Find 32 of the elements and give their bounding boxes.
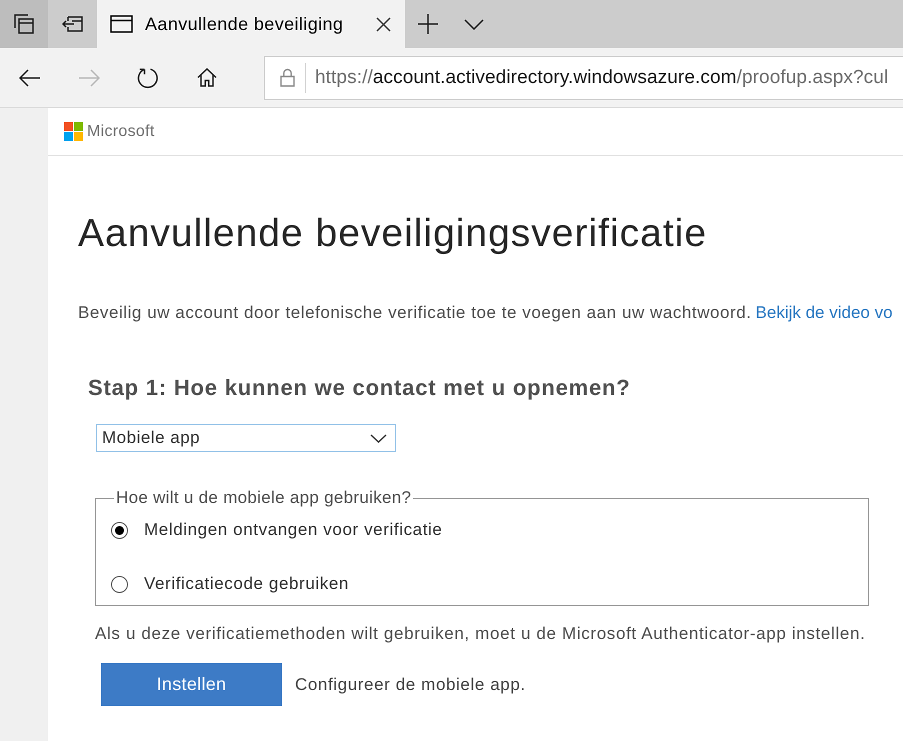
setup-hint: Configureer de mobiele app. xyxy=(295,674,526,694)
back-arrow-icon xyxy=(18,68,40,86)
step-heading: Stap 1: Hoe kunnen we contact met u opnemen? xyxy=(88,375,632,401)
page-icon xyxy=(110,15,133,33)
method-select[interactable]: Mobiele app xyxy=(96,424,396,452)
browser-tab[interactable]: Aanvullende beveiliging xyxy=(97,0,405,48)
close-icon xyxy=(376,16,391,32)
home-icon xyxy=(196,68,216,87)
intro-text: Beveilig uw account door telefonische verificatie toe te voegen aan uw wachtwoord. xyxy=(78,303,752,323)
tabs-aside-button[interactable] xyxy=(0,0,48,48)
forward-arrow-icon xyxy=(78,68,100,86)
refresh-icon xyxy=(136,66,158,88)
radio-button[interactable] xyxy=(111,522,128,538)
option-label[interactable]: Verificatiecode gebruiken xyxy=(144,574,349,594)
window-arrow-icon xyxy=(62,16,82,32)
address-bar[interactable]: https://account.activedirectory.windowsazure.com/proofup.aspx?cul xyxy=(264,56,903,100)
page-title: Aanvullende beveiligingsverificatie xyxy=(78,212,708,256)
chevron-down-icon xyxy=(464,18,484,30)
setup-button[interactable]: Instellen xyxy=(101,663,282,706)
group-legend: Hoe wilt u de mobiele app gebruiken? xyxy=(114,488,414,508)
stacked-windows-icon xyxy=(14,14,34,34)
four-squares-logo-icon xyxy=(64,122,83,141)
brand-name: Microsoft xyxy=(87,122,155,140)
url-text: https://account.activedirectory.windowsazure.com/proofup.aspx?cul xyxy=(315,66,888,88)
option-label[interactable]: Meldingen ontvangen voor verificatie xyxy=(144,520,442,540)
radio-button[interactable] xyxy=(111,576,128,592)
plus-icon xyxy=(418,14,438,34)
lock-icon xyxy=(280,68,295,87)
video-link[interactable]: Bekijk de video vo xyxy=(756,303,893,323)
chevron-down-icon xyxy=(370,434,387,442)
note-text: Als u deze verificatiemethoden wilt gebruiken, moet u de Microsoft Authenticator-app instellen. xyxy=(95,624,866,644)
close-tab-button[interactable] xyxy=(376,16,391,32)
